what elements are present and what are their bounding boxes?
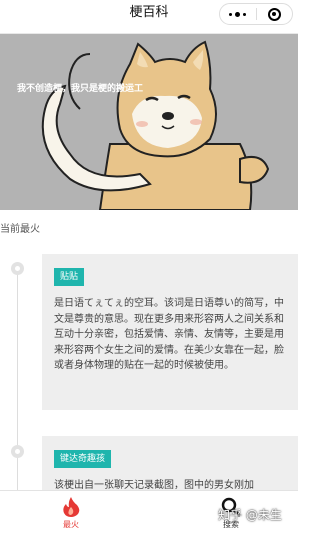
close-circle-icon[interactable]: [256, 4, 292, 24]
banner[interactable]: 我不创造梗，我只是梗的搬运工: [0, 34, 298, 210]
more-dots-icon[interactable]: [220, 4, 256, 24]
mini-program-capsule: [219, 3, 293, 25]
timeline-dot: [11, 262, 24, 275]
meme-card[interactable]: 键达奇趣孩 该梗出自一张聊天记录截图，图中的男女刚加: [42, 436, 298, 490]
meme-description: 是日语てぇてぇ的空耳。该词是日语尊い的简写，中文是尊贵的意思。现在更多用来形容两…: [54, 298, 284, 371]
meme-tag[interactable]: 贴贴: [54, 268, 85, 286]
timeline-dot: [11, 445, 24, 458]
navbar: 梗百科: [0, 0, 298, 34]
banner-slogan: 我不创造梗，我只是梗的搬运工: [17, 84, 144, 94]
doge-illustration: [41, 40, 270, 210]
meme-description: 该梗出自一张聊天记录截图，图中的男女刚加: [54, 480, 254, 490]
section-title: 当前最火: [0, 224, 40, 235]
meme-tag[interactable]: 键达奇趣孩: [54, 450, 112, 468]
meme-card[interactable]: 贴贴 是日语てぇてぇ的空耳。该词是日语尊い的简写，中文是尊贵的意思。现在更多用来…: [42, 254, 298, 410]
flame-icon: [63, 497, 80, 517]
tab-hot-label: 最火: [63, 520, 79, 529]
tab-hot[interactable]: 最火: [41, 491, 101, 534]
watermark: 知乎 @未生: [218, 508, 282, 522]
